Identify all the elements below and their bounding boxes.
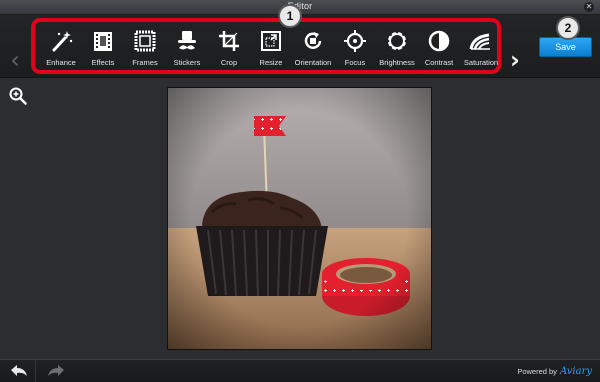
powered-by: Powered by Aviary <box>517 366 592 377</box>
close-icon[interactable]: ✕ <box>584 2 594 12</box>
cupcake-photo <box>168 88 431 349</box>
tool-label: Crop <box>220 58 238 67</box>
film-icon <box>94 32 112 51</box>
tool-focus[interactable]: Focus <box>333 29 377 71</box>
redo-icon[interactable] <box>46 363 66 379</box>
tool-brightness[interactable]: Brightness <box>375 29 419 71</box>
tool-stickers[interactable]: Stickers <box>165 29 209 71</box>
resize-icon <box>261 31 281 51</box>
tool-label: Frames <box>132 58 158 67</box>
save-button[interactable]: Save <box>539 37 592 57</box>
tool-label: Effects <box>91 58 115 67</box>
tool-list: Enhance Effects Frames Stickers Crop Res… <box>39 29 499 71</box>
tool-contrast[interactable]: Contrast <box>417 29 461 71</box>
chevron-left-icon[interactable]: ‹ <box>7 47 23 73</box>
tool-resize[interactable]: Resize <box>249 29 293 71</box>
tool-saturation[interactable]: Saturation <box>459 29 503 71</box>
chevron-right-icon[interactable]: › <box>507 47 523 73</box>
saturation-icon <box>469 33 490 50</box>
tool-label: Contrast <box>424 58 454 67</box>
tool-enhance[interactable]: Enhance <box>39 29 83 71</box>
tool-label: Stickers <box>173 58 201 67</box>
magic-wand-icon <box>52 31 73 52</box>
tool-effects[interactable]: Effects <box>81 29 125 71</box>
tool-label: Enhance <box>46 58 76 67</box>
tool-frames[interactable]: Frames <box>123 29 167 71</box>
editor-window: Editor ✕ ‹ › Enhance Effects Frames Stic… <box>0 0 600 382</box>
callout-badge: 2 <box>556 16 580 40</box>
bottom-bar: Powered by Aviary <box>0 359 600 382</box>
hat-mustache-icon <box>178 31 196 50</box>
tool-label: Resize <box>259 58 283 67</box>
undo-icon[interactable] <box>9 363 29 379</box>
tool-label: Brightness <box>379 58 415 67</box>
crop-icon <box>219 31 239 51</box>
rotate-icon <box>304 32 322 49</box>
powered-by-label: Powered by <box>517 367 557 376</box>
divider <box>35 360 36 382</box>
editing-canvas <box>0 78 600 357</box>
tool-crop[interactable]: Crop <box>207 29 251 71</box>
sun-icon <box>386 30 408 52</box>
callout-badge: 1 <box>278 4 302 28</box>
contrast-icon <box>428 30 450 52</box>
tool-label: Orientation <box>294 58 332 67</box>
tool-orientation[interactable]: Orientation <box>291 29 335 71</box>
zoom-in-icon[interactable] <box>9 87 27 105</box>
frame-icon <box>134 30 156 52</box>
tool-label: Focus <box>344 58 366 67</box>
focus-icon <box>344 30 366 52</box>
aviary-logo[interactable]: Aviary <box>560 366 592 377</box>
tool-label: Saturation <box>463 58 499 67</box>
photo-preview[interactable] <box>167 87 432 350</box>
